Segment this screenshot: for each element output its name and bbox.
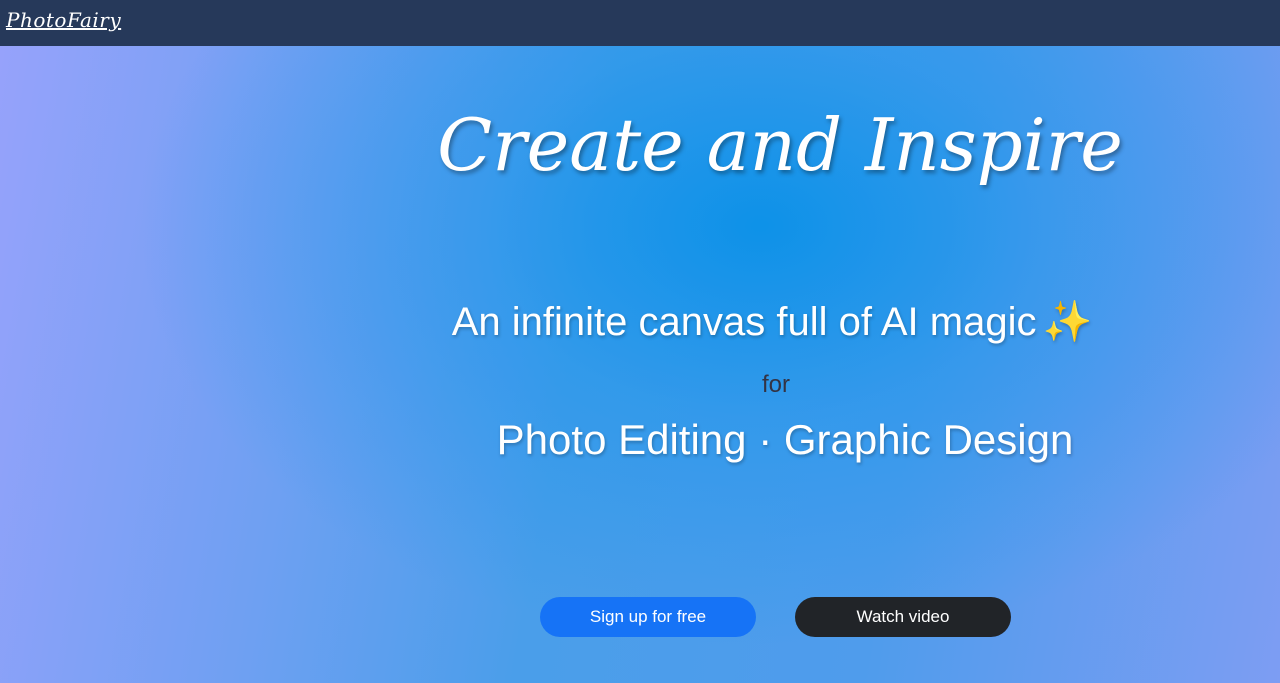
hero-subheadline-text: An infinite canvas full of AI magic	[451, 300, 1037, 344]
sparkle-icon: ✨	[1042, 300, 1093, 344]
signup-button[interactable]: Sign up for free	[540, 597, 756, 637]
hero-section: Create and Inspire An infinite canvas fu…	[0, 46, 1280, 683]
hero-categories: Photo Editing · Graphic Design	[496, 416, 1074, 463]
watch-video-button[interactable]: Watch video	[795, 597, 1011, 637]
top-navbar: PhotoFairy	[0, 0, 1280, 46]
hero-subheadline: An infinite canvas full of AI magic ✨	[372, 298, 1172, 345]
hero-connector-text: for	[761, 371, 790, 398]
hero-headline: Create and Inspire	[437, 103, 1123, 187]
logo-link[interactable]: PhotoFairy	[6, 8, 121, 32]
